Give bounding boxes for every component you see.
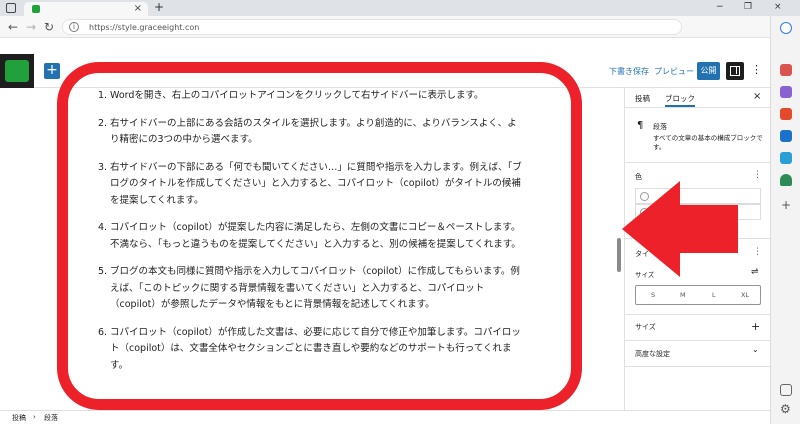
browser-tab[interactable]: ×	[24, 2, 148, 16]
outlook-icon[interactable]	[780, 130, 792, 142]
site-logo[interactable]	[0, 54, 34, 88]
highlight-arrow-icon	[622, 181, 738, 277]
windows-icon[interactable]	[6, 3, 16, 13]
favicon-icon	[32, 5, 40, 13]
font-size-picker[interactable]: S M L XL	[635, 285, 761, 305]
chevron-down-icon[interactable]: ⌄	[752, 345, 759, 354]
size-option-m[interactable]: M	[680, 291, 686, 299]
new-tab-button[interactable]: +	[154, 0, 164, 15]
plus-icon[interactable]: +	[781, 198, 791, 212]
block-title: 段落	[653, 123, 667, 131]
info-icon[interactable]: i	[69, 22, 79, 32]
tree-icon[interactable]	[780, 174, 792, 186]
browser-sidebar: + ⚙	[770, 16, 800, 424]
tab-post[interactable]: 投稿	[635, 93, 650, 104]
highlight-frame	[57, 62, 582, 410]
plus-icon[interactable]: +	[751, 321, 760, 332]
reload-icon[interactable]: ↻	[44, 20, 54, 34]
preview-button[interactable]: プレビュー	[654, 66, 694, 77]
restore-button[interactable]: ❐	[744, 0, 752, 15]
publish-button[interactable]: 公開	[697, 62, 720, 80]
typography-options-icon[interactable]: ⋮	[753, 247, 762, 257]
breadcrumb-post[interactable]: 投稿	[12, 413, 26, 423]
tab-block[interactable]: ブロック	[665, 93, 695, 104]
more-icon[interactable]: ⋮	[751, 63, 762, 77]
size-option-l[interactable]: L	[712, 291, 716, 299]
gear-icon[interactable]: ⚙	[780, 402, 791, 416]
close-window-button[interactable]: ×	[774, 0, 782, 15]
dimensions-panel-label[interactable]: サイズ	[635, 322, 656, 332]
breadcrumb: 投稿 › 段落	[0, 410, 770, 424]
office-icon[interactable]	[780, 108, 792, 120]
sidebar-toggle-icon[interactable]	[780, 384, 792, 396]
url-text: https://style.graceeight.con	[89, 23, 200, 32]
shopping-icon[interactable]	[780, 64, 792, 76]
advanced-panel-label[interactable]: 高度な設定	[635, 349, 670, 359]
back-icon[interactable]: ←	[8, 20, 18, 34]
browser-tab-bar: × + − ❐ ×	[0, 0, 800, 16]
save-draft-button[interactable]: 下書き保存	[609, 66, 649, 77]
minimize-button[interactable]: −	[716, 0, 724, 15]
divider	[625, 314, 771, 315]
close-icon[interactable]: ×	[753, 91, 761, 102]
size-option-s[interactable]: S	[651, 291, 655, 299]
forward-icon[interactable]: →	[26, 20, 36, 34]
sliders-icon[interactable]: ⇌	[751, 267, 759, 277]
divider	[625, 340, 771, 341]
tab-close-button[interactable]: ×	[134, 2, 142, 16]
paragraph-icon: ¶	[637, 120, 644, 131]
scrollbar-thumb[interactable]	[617, 238, 621, 272]
url-input[interactable]: i https://style.graceeight.con	[62, 19, 682, 35]
divider	[625, 366, 771, 367]
tools-icon[interactable]	[780, 86, 792, 98]
sidebar-tabs: 投稿 ブロック ×	[625, 88, 771, 108]
color-options-icon[interactable]: ⋮	[753, 170, 762, 180]
settings-panel-icon[interactable]	[726, 62, 744, 80]
breadcrumb-paragraph[interactable]: 段落	[44, 413, 58, 423]
divider	[625, 162, 771, 163]
breadcrumb-separator: ›	[33, 413, 36, 421]
logo-icon	[5, 60, 29, 82]
block-description: すべての文章の基本の構成ブロックです。	[653, 134, 763, 151]
bing-icon[interactable]	[780, 22, 792, 34]
active-tab-indicator	[665, 105, 695, 107]
add-block-button[interactable]: +	[44, 63, 60, 79]
address-bar: ← → ↻ i https://style.graceeight.con	[0, 16, 770, 38]
send-icon[interactable]	[780, 152, 792, 164]
size-option-xl[interactable]: XL	[741, 291, 749, 299]
